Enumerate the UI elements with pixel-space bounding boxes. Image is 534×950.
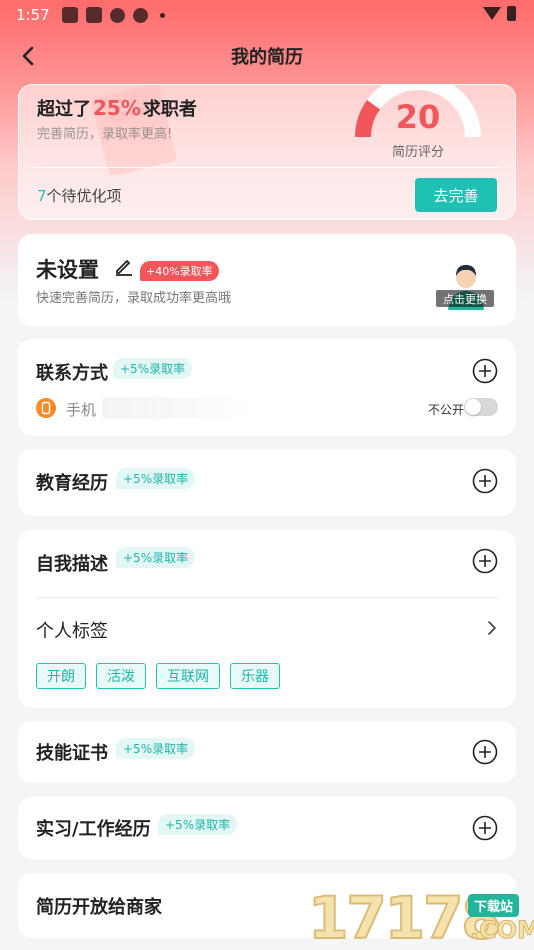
tag-chip[interactable]: 活泼 bbox=[96, 663, 146, 689]
phone-label: 手机 bbox=[66, 401, 97, 419]
resume-score-card: 超过了 25% 求职者 完善简历，录取率更高! 20 简历评分 7个待优化项 去完善 bbox=[18, 84, 516, 220]
complete-resume-button[interactable]: 去完善 bbox=[415, 178, 497, 212]
chevron-left-icon bbox=[22, 46, 34, 66]
profile-card[interactable]: 未设置 +40%录取率 快速完善简历，录取成功率更高哦 点击更换 bbox=[18, 234, 516, 326]
status-time: 1:57 bbox=[16, 6, 50, 24]
tag-chip[interactable]: 乐器 bbox=[230, 663, 280, 689]
self-description-section: 自我描述 +5%录取率 个人标签 开朗 活泼 互联网 乐器 bbox=[18, 530, 516, 708]
acceptance-rate-badge: +5%录取率 bbox=[116, 468, 196, 489]
wifi-icon bbox=[483, 7, 501, 20]
headline-suffix: 求职者 bbox=[142, 99, 197, 120]
tag-chip[interactable]: 互联网 bbox=[156, 663, 220, 689]
section-title: 技能证书 bbox=[36, 743, 108, 764]
more-notifications-dot-icon bbox=[159, 12, 165, 18]
add-self-description-button[interactable] bbox=[472, 548, 498, 574]
score-label: 简历评分 bbox=[391, 145, 444, 160]
open-to-merchants-section: 简历开放给商家 bbox=[18, 873, 516, 938]
pending-text: 个待优化项 bbox=[46, 187, 122, 205]
notification-app-icon bbox=[61, 7, 78, 23]
notification-app-icon bbox=[132, 7, 148, 23]
section-title: 简历开放给商家 bbox=[36, 897, 162, 918]
section-title: 联系方式 bbox=[36, 363, 108, 384]
section-title: 实习/工作经历 bbox=[36, 819, 151, 840]
phone-value-redacted bbox=[102, 397, 252, 419]
tag-chip[interactable]: 开朗 bbox=[36, 663, 86, 689]
section-title: 自我描述 bbox=[36, 554, 108, 575]
page-title: 我的简历 bbox=[231, 47, 303, 68]
add-work-experience-button[interactable] bbox=[472, 815, 498, 841]
add-education-button[interactable] bbox=[472, 468, 498, 494]
profile-subtitle: 快速完善简历，录取成功率更高哦 bbox=[36, 291, 232, 306]
pending-count: 7 bbox=[37, 187, 47, 205]
pending-items: 7个待优化项 bbox=[37, 185, 122, 206]
divider bbox=[33, 167, 501, 168]
contact-section: 联系方式 +5%录取率 手机 不公开 bbox=[18, 339, 516, 436]
acceptance-rate-badge: +5%录取率 bbox=[113, 358, 193, 379]
add-skill-button[interactable] bbox=[472, 739, 498, 765]
headline-percent: 25% bbox=[93, 96, 141, 120]
add-contact-button[interactable] bbox=[472, 358, 498, 384]
status-bar: 1:57 bbox=[0, 0, 534, 30]
edit-pencil-icon[interactable] bbox=[114, 256, 134, 276]
notification-app-icon bbox=[85, 7, 102, 23]
score-subtitle: 完善简历，录取率更高! bbox=[37, 127, 173, 142]
divider bbox=[36, 597, 498, 598]
score-headline: 超过了 25% 求职者 bbox=[37, 95, 197, 121]
acceptance-rate-badge: +5%录取率 bbox=[116, 738, 196, 759]
acceptance-rate-badge: +5%录取率 bbox=[158, 814, 238, 835]
profile-name: 未设置 bbox=[36, 258, 99, 282]
private-label: 不公开 bbox=[428, 403, 465, 417]
acceptance-rate-badge: +5%录取率 bbox=[116, 547, 196, 568]
score-value: 20 bbox=[395, 98, 441, 136]
tag-list: 开朗 活泼 互联网 乐器 bbox=[36, 663, 280, 689]
change-avatar-label[interactable]: 点击更换 bbox=[436, 290, 494, 307]
education-section: 教育经历 +5%录取率 bbox=[18, 449, 516, 516]
skills-section: 技能证书 +5%录取率 bbox=[18, 721, 516, 783]
personal-tags-title[interactable]: 个人标签 bbox=[36, 617, 108, 643]
notification-app-icon bbox=[109, 7, 125, 23]
work-experience-section: 实习/工作经历 +5%录取率 bbox=[18, 797, 516, 859]
back-button[interactable] bbox=[14, 42, 42, 70]
chevron-right-icon[interactable] bbox=[486, 620, 498, 636]
phone-icon bbox=[36, 398, 56, 418]
toggle-knob bbox=[465, 399, 481, 415]
acceptance-rate-badge: +40%录取率 bbox=[140, 261, 219, 281]
battery-icon bbox=[507, 6, 516, 21]
private-toggle[interactable] bbox=[464, 398, 498, 416]
section-title: 教育经历 bbox=[36, 473, 108, 494]
page-header: 我的简历 bbox=[0, 30, 534, 82]
headline-prefix: 超过了 bbox=[37, 99, 91, 120]
